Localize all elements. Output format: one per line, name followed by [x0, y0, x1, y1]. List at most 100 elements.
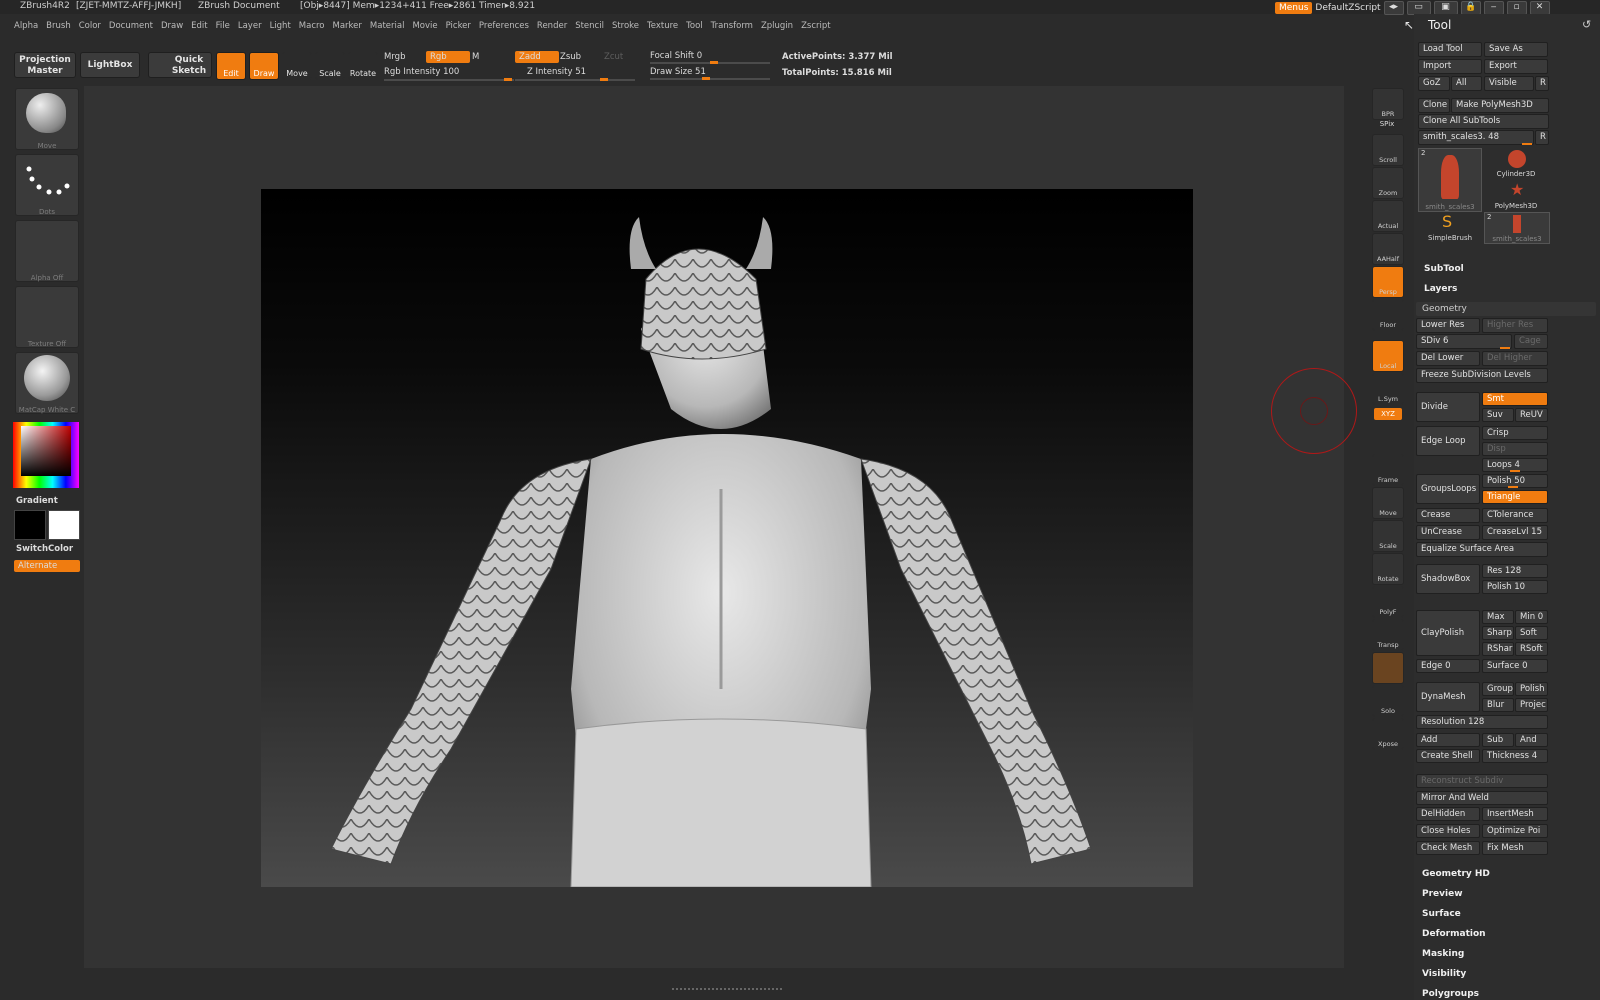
layers-section[interactable]: Layers [1424, 284, 1457, 294]
preview-section[interactable]: Preview [1422, 889, 1463, 899]
menu-draw[interactable]: Draw [161, 16, 191, 34]
make-polymesh-button[interactable]: Make PolyMesh3D [1451, 98, 1549, 113]
close-icon[interactable]: ✕ [1529, 0, 1550, 15]
creaselvl-slider[interactable]: CreaseLvl 15 [1482, 525, 1548, 540]
menu-file[interactable]: File [216, 16, 238, 34]
rgb-intensity-slider[interactable]: Rgb Intensity 100 [384, 67, 459, 77]
thickness-slider[interactable]: Thickness 4 [1482, 749, 1548, 763]
del-higher-button[interactable]: Del Higher [1482, 351, 1548, 366]
dynamesh-sub-button[interactable]: Sub [1482, 733, 1514, 747]
mrgb-toggle[interactable]: Mrgb [384, 52, 405, 62]
color-saturation-square[interactable] [21, 426, 71, 476]
gradient-label[interactable]: Gradient [16, 496, 58, 506]
rgb-toggle[interactable]: Rgb [426, 51, 470, 63]
lower-res-button[interactable]: Lower Res [1416, 318, 1480, 333]
clone-button[interactable]: Clone [1418, 98, 1450, 113]
3d-viewport[interactable] [261, 189, 1193, 887]
import-button[interactable]: Import [1418, 59, 1482, 74]
shadowbox-button[interactable]: ShadowBox [1416, 564, 1480, 594]
projection-master-button[interactable]: Projection Master [14, 52, 76, 78]
alpha-selector[interactable]: Alpha Off [15, 220, 79, 282]
palette-pin-icon[interactable]: ↖ [1404, 18, 1414, 32]
dynamesh-and-button[interactable]: And [1515, 733, 1548, 747]
frame-button[interactable]: Frame [1372, 454, 1404, 486]
menu-marker[interactable]: Marker [333, 16, 370, 34]
tool-r-button[interactable]: R [1535, 130, 1549, 145]
project-toggle[interactable]: Projec [1515, 698, 1548, 712]
ghost-button[interactable] [1372, 652, 1404, 684]
current-tool-slider[interactable]: smith_scales3. 48 [1418, 130, 1534, 145]
minimize-icon[interactable]: ‒ [1483, 0, 1504, 15]
shadowbox-polish-slider[interactable]: Polish 10 [1482, 580, 1548, 594]
goz-button[interactable]: GoZ [1418, 76, 1450, 91]
bottom-tray-handle[interactable] [672, 988, 782, 998]
xpose-button[interactable]: Xpose [1372, 718, 1404, 750]
script-arrows-icon[interactable]: ◂▸ [1383, 0, 1404, 15]
scale-mode-button[interactable]: Scale [315, 52, 345, 80]
draw-button[interactable]: Draw [249, 52, 279, 80]
resolution-slider[interactable]: Resolution 128 [1416, 715, 1548, 729]
move-mode-button[interactable]: Move [282, 52, 312, 80]
crease-button[interactable]: Crease [1416, 508, 1480, 523]
zcut-toggle[interactable]: Zcut [604, 52, 623, 62]
crisp-toggle[interactable]: Crisp [1482, 426, 1548, 440]
uncrease-button[interactable]: UnCrease [1416, 525, 1480, 540]
rsoft-slider[interactable]: RSoft [1515, 642, 1548, 656]
edge-slider[interactable]: Edge 0 [1416, 659, 1480, 673]
lock-icon[interactable]: 🔒 [1460, 0, 1481, 15]
menu-texture[interactable]: Texture [647, 16, 686, 34]
layout-icon[interactable]: ▭ [1406, 0, 1431, 15]
surface-slider[interactable]: Surface 0 [1482, 659, 1548, 673]
menu-zscript[interactable]: Zscript [801, 16, 839, 34]
claypolish-max-slider[interactable]: Max [1482, 610, 1514, 624]
menu-preferences[interactable]: Preferences [479, 16, 537, 34]
disp-slider[interactable]: Disp [1482, 442, 1548, 456]
menu-edit[interactable]: Edit [191, 16, 215, 34]
menu-tool[interactable]: Tool [686, 16, 711, 34]
lsym-button[interactable]: L.Sym [1372, 373, 1404, 405]
texture-selector[interactable]: Texture Off [15, 286, 79, 348]
tool-thumb-smith-scales-2[interactable]: 2 smith_scales3 [1484, 212, 1550, 244]
goz-all-button[interactable]: All [1451, 76, 1482, 91]
focal-shift-knob[interactable] [710, 61, 718, 64]
menu-color[interactable]: Color [79, 16, 109, 34]
draw-size-track[interactable] [650, 78, 770, 80]
optimize-points-button[interactable]: Optimize Poi [1482, 824, 1548, 838]
zadd-toggle[interactable]: Zadd [515, 51, 559, 63]
delhidden-button[interactable]: DelHidden [1416, 807, 1480, 821]
zoom-button[interactable]: Zoom [1372, 167, 1404, 199]
blur-slider[interactable]: Blur [1482, 698, 1514, 712]
alternate-button[interactable]: Alternate [14, 560, 80, 572]
menu-zplugin[interactable]: Zplugin [761, 16, 801, 34]
m-toggle[interactable]: M [472, 52, 479, 62]
r-button[interactable]: R [1535, 76, 1549, 91]
secondary-color-swatch[interactable] [48, 510, 80, 540]
menu-render[interactable]: Render [537, 16, 575, 34]
claypolish-min-slider[interactable]: Min 0 [1515, 610, 1548, 624]
insertmesh-button[interactable]: InsertMesh [1482, 807, 1548, 821]
switchcolor-button[interactable]: SwitchColor [16, 544, 73, 554]
draw-size-knob[interactable] [702, 77, 710, 80]
menu-light[interactable]: Light [270, 16, 299, 34]
tool-thumb-smith-scales[interactable]: 2 smith_scales3 [1418, 148, 1482, 212]
menu-transform[interactable]: Transform [711, 16, 761, 34]
reuv-toggle[interactable]: ReUV [1515, 408, 1548, 422]
menu-layer[interactable]: Layer [238, 16, 270, 34]
z-intensity-slider[interactable]: Z Intensity 51 [527, 67, 586, 77]
suv-toggle[interactable]: Suv [1482, 408, 1514, 422]
ctolerance-slider[interactable]: CTolerance [1482, 508, 1548, 523]
soft-slider[interactable]: Soft [1515, 626, 1548, 640]
smt-toggle[interactable]: Smt [1482, 392, 1548, 406]
brush-selector[interactable]: Move [15, 88, 79, 150]
masking-section[interactable]: Masking [1422, 949, 1464, 959]
layout-alt-icon[interactable]: ▣ [1433, 0, 1458, 15]
clone-all-subtools-button[interactable]: Clone All SubTools [1418, 114, 1549, 129]
rshar-slider[interactable]: RShar [1482, 642, 1514, 656]
geometry-hd-section[interactable]: Geometry HD [1422, 869, 1490, 879]
stroke-selector[interactable]: Dots [15, 154, 79, 216]
mirror-weld-button[interactable]: Mirror And Weld [1416, 791, 1548, 805]
visible-button[interactable]: Visible [1484, 76, 1534, 91]
floor-button[interactable]: Floor [1372, 299, 1404, 331]
check-mesh-button[interactable]: Check Mesh [1416, 841, 1480, 855]
tool-thumb-polymesh[interactable]: ★ PolyMesh3D [1484, 180, 1548, 210]
